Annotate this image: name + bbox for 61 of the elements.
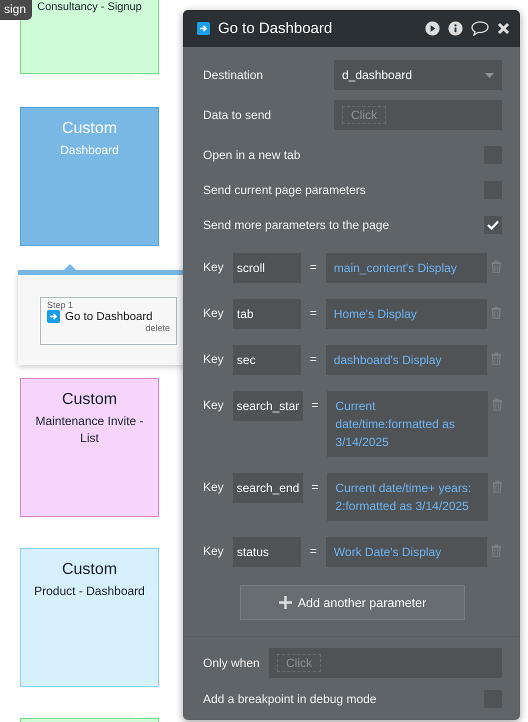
option-label: Add a breakpoint in debug mode: [203, 692, 378, 706]
card-subtitle: Consultancy - Signup: [36, 0, 143, 15]
trash-icon[interactable]: [492, 480, 502, 493]
page-card[interactable]: Custom Product - Dashboard: [20, 548, 159, 687]
caret-icon: [485, 72, 494, 78]
key-label: Key: [203, 479, 225, 494]
equals-sign: =: [310, 397, 320, 412]
equals-sign: =: [310, 479, 320, 494]
close-icon[interactable]: [497, 22, 510, 35]
key-field[interactable]: tab: [232, 299, 301, 329]
equals-sign: =: [308, 259, 318, 274]
click-placeholder: Click: [277, 654, 321, 672]
info-icon[interactable]: [448, 21, 463, 36]
key-field[interactable]: sec: [232, 345, 301, 375]
card-title: Custom: [62, 391, 118, 409]
workflow-step[interactable]: Step 1 Go to Dashboard delete: [40, 297, 177, 345]
key-label: Key: [203, 351, 225, 366]
option-label: Send current page parameters: [203, 182, 367, 196]
trash-icon[interactable]: [492, 398, 502, 411]
key-label: Key: [203, 397, 225, 412]
card-title: Custom: [62, 561, 118, 579]
card-title: Custom: [62, 120, 118, 138]
field-label: Data to send: [203, 108, 272, 122]
click-placeholder: Click: [342, 106, 386, 124]
trash-icon[interactable]: [491, 306, 502, 319]
destination-dropdown[interactable]: d_dashboard: [334, 60, 502, 90]
play-icon[interactable]: [425, 21, 440, 36]
equals-sign: =: [308, 305, 318, 320]
key-label: Key: [203, 259, 225, 274]
equals-sign: =: [308, 543, 318, 558]
add-parameter-button[interactable]: Add another parameter: [240, 585, 465, 620]
arrow-icon: [197, 22, 210, 35]
option-label: Send more parameters to the page: [203, 218, 390, 232]
checkmark-icon: [487, 220, 499, 230]
arrow-icon: [47, 310, 60, 323]
option-label: Open in a new tab: [203, 148, 302, 162]
field-label: Destination: [203, 68, 264, 82]
trash-icon[interactable]: [491, 544, 502, 557]
page-card[interactable]: Custom Maintenance Invite - List: [20, 378, 159, 517]
equals-sign: =: [308, 351, 318, 366]
field-label: Only when: [203, 656, 261, 670]
step-action: Go to Dashboard: [65, 310, 153, 322]
tooltip: sign: [0, 0, 32, 20]
comment-icon[interactable]: [471, 21, 489, 36]
trash-icon[interactable]: [491, 352, 502, 365]
key-field[interactable]: status: [232, 537, 301, 567]
step-label: Step 1: [47, 300, 74, 310]
key-label: Key: [203, 305, 225, 320]
card-subtitle: Product - Dashboard: [33, 583, 146, 600]
plus-icon: [278, 596, 292, 609]
delete-link[interactable]: delete: [145, 323, 170, 333]
key-label: Key: [203, 543, 225, 558]
card-subtitle: Maintenance Invite - List: [34, 413, 145, 447]
trash-icon[interactable]: [491, 260, 502, 273]
key-field[interactable]: search_star: [232, 391, 303, 421]
key-field[interactable]: search_end: [232, 473, 303, 503]
key-field[interactable]: scroll: [232, 253, 301, 283]
card-subtitle: Dashboard: [59, 142, 120, 159]
panel-title: Go to Dashboard: [218, 20, 334, 37]
checkbox[interactable]: [484, 216, 502, 234]
dropdown-value: d_dashboard: [342, 68, 414, 82]
